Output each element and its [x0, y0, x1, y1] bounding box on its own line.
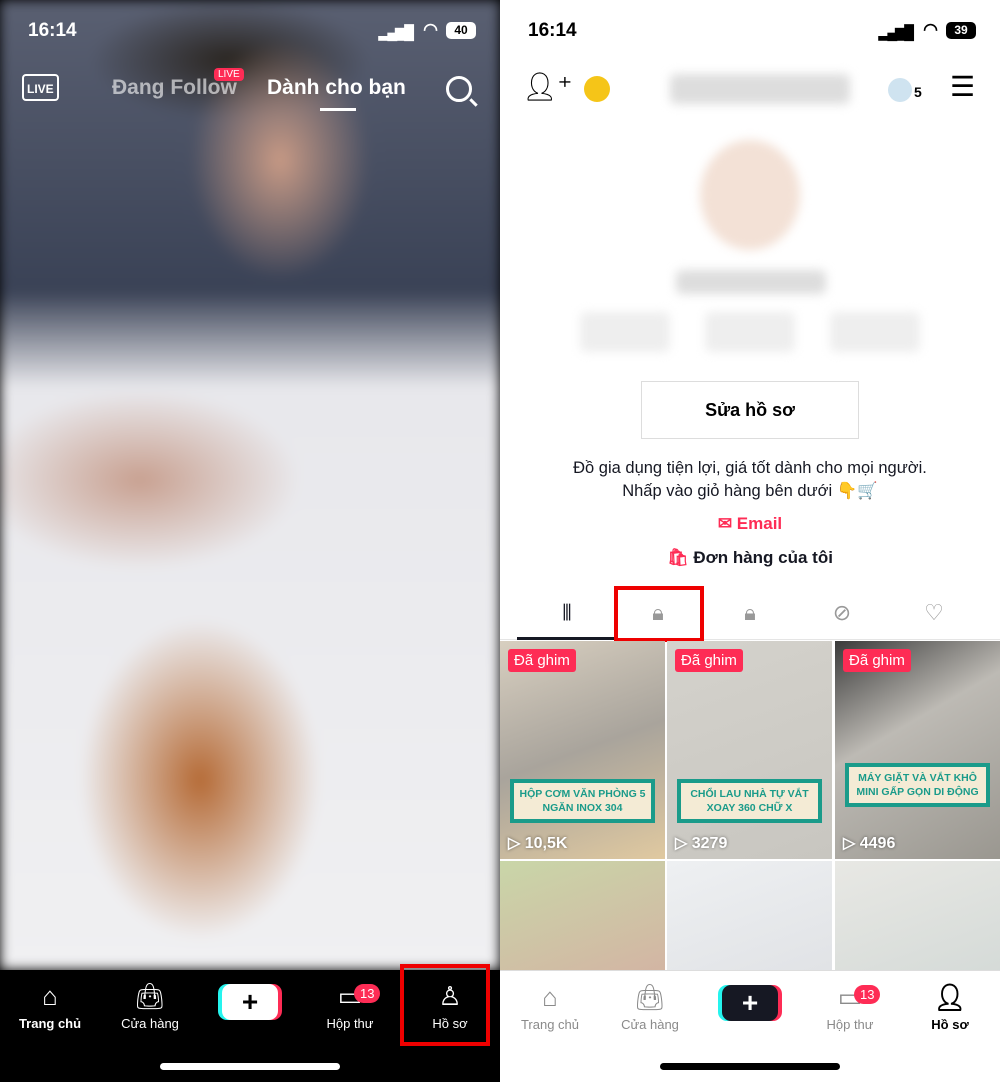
create-button[interactable]: +: [722, 985, 778, 1021]
tab-shop[interactable]: 👜︎ Cửa hàng: [610, 981, 690, 1032]
display-name-blurred: [676, 270, 826, 294]
search-icon[interactable]: [446, 76, 472, 102]
inbox-badge: 13: [854, 985, 881, 1004]
live-icon[interactable]: LIVE: [22, 74, 59, 101]
video-thumbnail[interactable]: Đã ghim CHỔI LAU NHÀ TỰ VẮT XOAY 360 CHỮ…: [667, 641, 832, 859]
battery-icon: 39: [946, 22, 976, 39]
shopping-bag-icon: 👜︎: [633, 982, 667, 1012]
username-blurred[interactable]: [670, 74, 850, 104]
profile-screen: 16:14 ▂▄▆█ ◠ 39 👤︎⁺ 5 ☰ Sửa hồ sơ Đồ gia…: [500, 0, 1000, 1082]
videos-grid-icon[interactable]: ⦀: [517, 594, 617, 640]
video-thumbnail[interactable]: Đã ghim MÁY GIẶT VÀ VẮT KHÔ MINI GẤP GỌN…: [835, 641, 1000, 859]
menu-icon[interactable]: ☰: [950, 70, 975, 103]
coin-icon[interactable]: [584, 76, 610, 102]
highlight-box: [400, 964, 490, 1046]
order-bag-icon: 🛍︎: [667, 548, 694, 567]
shopping-bag-icon: 👜︎: [133, 981, 167, 1011]
pinned-badge: Đã ghim: [843, 649, 911, 672]
edit-profile-button[interactable]: Sửa hồ sơ: [641, 381, 859, 439]
battery-icon: 40: [446, 22, 476, 39]
view-count: ▷ 4496: [843, 835, 896, 852]
home-icon: ⌂: [42, 981, 58, 1011]
signal-icon: ▂▄▆█: [378, 24, 414, 40]
video-thumbnail[interactable]: Đã ghim HỘP CƠM VĂN PHÒNG 5 NGĂN INOX 30…: [500, 641, 665, 859]
home-indicator: [660, 1063, 840, 1070]
create-button[interactable]: +: [222, 984, 278, 1020]
video-caption: CHỔI LAU NHÀ TỰ VẮT XOAY 360 CHỮ X: [677, 779, 822, 823]
clock: 16:14: [528, 20, 577, 41]
active-tab-underline: [320, 108, 356, 111]
home-indicator: [160, 1063, 340, 1070]
tab-shop[interactable]: 👜︎ Cửa hàng: [110, 980, 190, 1031]
tab-for-you[interactable]: Dành cho bạn: [267, 76, 406, 100]
pinned-badge: Đã ghim: [508, 649, 576, 672]
bio-line: Đồ gia dụng tiện lợi, giá tốt dành cho m…: [573, 459, 927, 477]
profile-icon: 👤︎: [933, 982, 967, 1012]
inbox-badge: 13: [354, 984, 381, 1003]
tab-inbox[interactable]: ▭ Hộp thư 13: [310, 980, 390, 1031]
view-count: ▷ 3279: [675, 835, 728, 852]
highlight-box: [614, 586, 704, 642]
email-link[interactable]: ✉ Email: [500, 514, 1000, 534]
stat-following[interactable]: [580, 312, 670, 352]
tab-home[interactable]: ⌂ Trang chủ: [10, 980, 90, 1031]
bio-line: Nhấp vào giỏ hàng bên dưới 👇🛒: [622, 482, 878, 500]
stat-followers[interactable]: [705, 312, 795, 352]
friends-avatar-icon[interactable]: [888, 78, 912, 102]
view-count: ▷ 10,5K: [508, 835, 568, 852]
content-tabs: ⦀ 🔒︎ 🔒︎ ⊘ ♡: [500, 594, 1000, 640]
my-orders-link[interactable]: 🛍︎ Đơn hàng của tôi: [500, 548, 1000, 568]
video-caption: HỘP CƠM VĂN PHÒNG 5 NGĂN INOX 304: [510, 779, 655, 823]
wifi-icon: ◠: [923, 20, 938, 39]
status-bar: 16:14 ▂▄▆█ ◠ 40: [0, 18, 500, 46]
live-badge: LIVE: [214, 68, 244, 81]
bottom-tab-bar: ⌂ Trang chủ 👜︎ Cửa hàng + ▭ Hộp thư 13 👤︎ Hồ …: [500, 970, 1000, 1082]
bio: Đồ gia dụng tiện lợi, giá tốt dành cho m…: [500, 457, 1000, 503]
stat-likes[interactable]: [830, 312, 920, 352]
clock: 16:14: [28, 20, 77, 41]
tab-home[interactable]: ⌂ Trang chủ: [510, 981, 590, 1032]
email-icon: ✉: [717, 514, 737, 533]
liked-heart-icon[interactable]: ♡: [884, 594, 984, 640]
hidden-eye-icon[interactable]: ⊘: [792, 594, 892, 640]
video-player[interactable]: [0, 0, 500, 970]
feed-screen: 16:14 ▂▄▆█ ◠ 40 LIVE Đang Follow LIVE Dà…: [0, 0, 500, 1082]
add-friend-icon[interactable]: 👤︎⁺: [522, 70, 572, 103]
tab-profile[interactable]: 👤︎ Hồ sơ: [910, 981, 990, 1032]
home-icon: ⌂: [542, 982, 558, 1012]
pinned-badge: Đã ghim: [675, 649, 743, 672]
wifi-icon: ◠: [423, 20, 438, 39]
signal-icon: ▂▄▆█: [878, 24, 914, 40]
status-bar: 16:14 ▂▄▆█ ◠ 39: [500, 18, 1000, 46]
avatar[interactable]: [700, 140, 800, 250]
video-caption: MÁY GIẶT VÀ VẮT KHÔ MINI GẤP GỌN DI ĐỘNG: [845, 763, 990, 807]
tab-inbox[interactable]: ▭ Hộp thư 13: [810, 981, 890, 1032]
friends-count: 5: [914, 84, 922, 100]
lock-icon[interactable]: 🔒︎: [700, 594, 800, 640]
